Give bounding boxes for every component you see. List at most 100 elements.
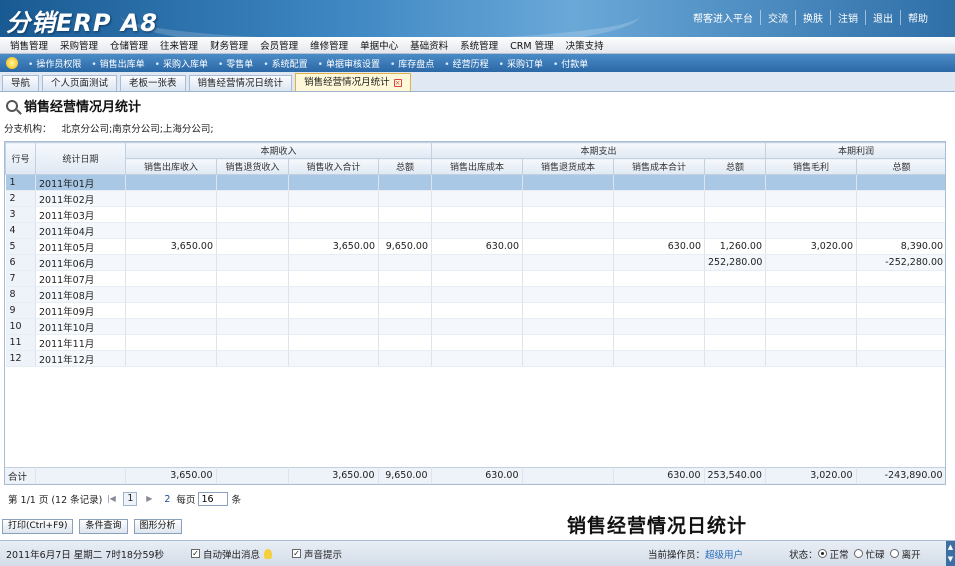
table-row[interactable]: 11 2011年11月: [5, 334, 945, 351]
per-page-input[interactable]: [198, 492, 229, 506]
next-page-button[interactable]: ▶: [143, 493, 155, 505]
menu-finance[interactable]: 财务管理: [210, 38, 248, 52]
query-button[interactable]: 条件查询: [79, 519, 128, 534]
quick-audit-settings[interactable]: 单据审核设置: [318, 57, 380, 70]
top-link-chat[interactable]: 交流: [760, 10, 795, 25]
page-1-button[interactable]: 1: [123, 492, 138, 506]
column-header[interactable]: 总额: [856, 158, 945, 175]
menu-system[interactable]: 系统管理: [460, 38, 498, 52]
column-header-row: 销售出库收入 销售退货收入 销售收入合计 总额 销售出库成本 销售退货成本 销售成本合计 总额…: [6, 158, 945, 175]
table-row[interactable]: 8 2011年08月: [5, 286, 945, 303]
page-2-button[interactable]: 2: [164, 494, 170, 505]
menu-accounts[interactable]: 往来管理: [160, 38, 198, 52]
column-header[interactable]: 销售毛利: [765, 158, 858, 175]
print-button[interactable]: 打印(Ctrl+F9): [2, 519, 74, 534]
auto-popup-checkbox[interactable]: ✓: [191, 549, 200, 558]
tab-monthly-stats[interactable]: 销售经营情况月统计 ×: [295, 73, 411, 91]
tab-boss-table[interactable]: 老板一张表: [120, 75, 186, 91]
column-header[interactable]: 销售出库收入: [125, 158, 217, 175]
menu-repair[interactable]: 维修管理: [310, 38, 348, 52]
menu-crm[interactable]: CRM 管理: [510, 38, 553, 52]
branch-value: 北京分公司;南京分公司;上海分公司;: [61, 124, 214, 135]
row-date: 2011年03月: [35, 206, 126, 223]
quick-sales-outbound[interactable]: 销售出库单: [91, 57, 145, 70]
quick-purchase-inbound[interactable]: 采购入库单: [155, 57, 208, 70]
table-cell: [216, 334, 289, 351]
first-page-button[interactable]: |◀: [105, 493, 117, 505]
tab-daily-stats[interactable]: 销售经营情况日统计: [188, 75, 293, 91]
table-cell: [704, 286, 767, 303]
row-date: 2011年08月: [35, 286, 126, 303]
expand-handle[interactable]: ▲ ▼: [946, 541, 955, 566]
table-row[interactable]: 12 2011年12月: [5, 350, 945, 367]
menu-decision[interactable]: 决策支持: [566, 38, 604, 52]
close-icon[interactable]: ×: [393, 79, 402, 87]
state-normal-radio[interactable]: [817, 549, 827, 558]
quick-stocktake[interactable]: 库存盘点: [390, 57, 434, 70]
row-date: 2011年04月: [35, 222, 126, 239]
state-away-radio[interactable]: [889, 549, 899, 558]
total-table: 合计 3,650.00 3,650.00 9,650.00 630.00 630.00 25…: [5, 467, 945, 484]
table-cell: [613, 302, 706, 319]
sound-checkbox[interactable]: ✓: [292, 549, 302, 558]
top-link-skin[interactable]: 换肤: [795, 10, 830, 25]
menu-member[interactable]: 会员管理: [260, 38, 298, 52]
top-link-exit[interactable]: 退出: [865, 10, 900, 25]
table-row[interactable]: 4 2011年04月: [5, 222, 945, 239]
top-link-platform[interactable]: 帮客进入平台: [686, 10, 760, 25]
column-header[interactable]: 销售成本合计: [613, 158, 706, 175]
row-number: 9: [5, 302, 36, 319]
quick-history[interactable]: 经营历程: [444, 57, 489, 70]
table-row[interactable]: 2 2011年02月: [5, 190, 945, 207]
tab-personal-page[interactable]: 个人页面测试: [42, 75, 118, 91]
operator-label: 当前操作员：: [648, 549, 706, 561]
menu-basic-data[interactable]: 基础资料: [410, 38, 448, 52]
table-row[interactable]: 3 2011年03月: [5, 206, 945, 223]
table-row[interactable]: 1 2011年01月: [5, 174, 945, 191]
quick-system-config[interactable]: 系统配置: [263, 57, 308, 70]
column-header[interactable]: 总额: [704, 158, 767, 175]
state-busy-radio[interactable]: [853, 549, 863, 558]
quick-retail[interactable]: 零售单: [218, 57, 253, 70]
total-label: 合计: [5, 467, 36, 484]
menu-purchase[interactable]: 采购管理: [60, 38, 98, 52]
top-link-logout[interactable]: 注销: [830, 10, 865, 25]
quick-purchase-order[interactable]: 采购订单: [499, 57, 543, 70]
table-row[interactable]: 6 2011年06月 252,280.00 -252,280.00: [5, 254, 945, 271]
table-cell: 630.00: [431, 238, 524, 255]
row-date: 2011年09月: [35, 302, 126, 319]
table-row[interactable]: 7 2011年07月: [5, 270, 945, 287]
column-header[interactable]: 销售收入合计: [288, 158, 379, 175]
table-cell: [288, 206, 379, 223]
table-cell: [431, 190, 524, 207]
table-row[interactable]: 5 2011年05月 3,650.00 3,650.00 9,650.00 630.00 6…: [5, 238, 945, 255]
table-cell: [856, 270, 945, 287]
quick-operator-permission[interactable]: 操作员权限: [28, 57, 81, 70]
menu-warehouse[interactable]: 仓储管理: [110, 38, 148, 52]
table-row[interactable]: 9 2011年09月: [5, 302, 945, 319]
table-cell: 252,280.00: [704, 254, 767, 271]
tab-navigation[interactable]: 导航: [2, 75, 40, 91]
header-profit: 本期利润: [765, 142, 945, 159]
column-header[interactable]: 销售退货成本: [522, 158, 615, 175]
column-header[interactable]: 销售退货收入: [216, 158, 289, 175]
table-cell: [378, 174, 433, 191]
table-cell: [288, 222, 379, 239]
row-date: 2011年10月: [35, 318, 126, 335]
table-cell: [765, 350, 858, 367]
bulb-icon: [264, 548, 273, 559]
quick-payment[interactable]: 付款单: [553, 57, 588, 70]
table-cell: [522, 222, 615, 239]
total-cell: 3,650.00: [125, 467, 217, 484]
table-row[interactable]: 10 2011年10月: [5, 318, 945, 335]
menu-documents[interactable]: 单据中心: [360, 38, 398, 52]
top-link-help[interactable]: 帮助: [900, 10, 935, 25]
column-header[interactable]: 销售出库成本: [431, 158, 524, 175]
menu-sales[interactable]: 销售管理: [10, 38, 48, 52]
chart-analysis-button[interactable]: 图形分析: [133, 519, 182, 534]
table-cell: [613, 174, 706, 191]
table-cell: [288, 174, 379, 191]
column-header[interactable]: 总额: [377, 158, 433, 175]
branch-filter: 分支机构： 北京分公司;南京分公司;上海分公司;: [4, 121, 214, 135]
banner-swoosh: [120, 0, 640, 37]
